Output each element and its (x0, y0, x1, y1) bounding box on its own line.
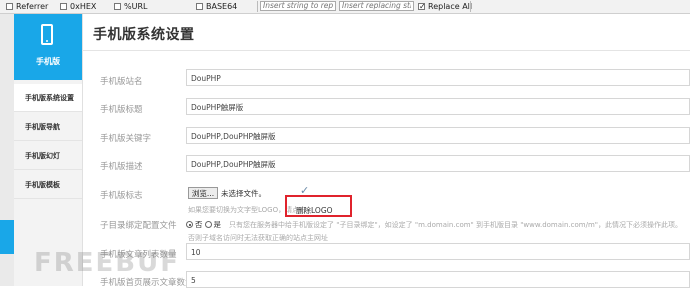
list-count-input[interactable]: 10 (186, 243, 690, 260)
sidebar-item-mobile-slides[interactable]: 手机版幻灯 (14, 142, 82, 170)
sidebar-item-mobile-templates[interactable]: 手机版模板 (14, 171, 82, 199)
site-name-input[interactable]: DouPHP (186, 69, 690, 86)
subdir-label: 子目录绑定配置文件 (100, 221, 177, 231)
base64-button[interactable]: BASE64 (196, 0, 237, 13)
sidebar-item-mobile-settings[interactable]: 手机版系统设置 (14, 84, 82, 112)
toolbar: Referrer 0xHEX %URL BASE64 Replace All (0, 0, 690, 14)
base64-label: BASE64 (206, 2, 238, 11)
title-divider (82, 50, 690, 51)
highlight-box (285, 195, 352, 217)
url-checkbox[interactable] (114, 3, 121, 10)
mobile-phone-icon (41, 24, 53, 45)
referrer-label: Referrer (16, 2, 49, 11)
sidebar-header-label: 手机版 (36, 57, 60, 66)
hex-label: 0xHEX (70, 2, 97, 11)
toolbar-divider (257, 1, 258, 12)
sidebar-item-mobile-nav[interactable]: 手机版导航 (14, 113, 82, 141)
description-label: 手机版描述 (100, 162, 143, 172)
page-title: 手机版系统设置 (93, 27, 195, 43)
browse-button[interactable]: 浏览... (188, 187, 218, 199)
description-input[interactable]: DouPHP,DouPHP触屏版 (186, 155, 690, 172)
logo-label: 手机版标志 (100, 191, 143, 201)
hex-checkbox[interactable] (60, 3, 67, 10)
url-label: %URL (124, 2, 148, 11)
title-label: 手机版标题 (100, 105, 143, 115)
title-input[interactable]: DouPHP触屏版 (186, 98, 690, 115)
left-strip (0, 14, 14, 286)
referrer-checkbox[interactable] (6, 3, 13, 10)
keywords-input[interactable]: DouPHP,DouPHP触屏版 (186, 127, 690, 144)
site-name-label: 手机版站名 (100, 77, 143, 87)
no-file-text: 未选择文件。 (221, 189, 266, 198)
toolbar-divider (470, 1, 471, 12)
replace-all-option[interactable]: Replace All (418, 0, 472, 13)
watermark-logo: FREEBUF (34, 248, 180, 278)
subdir-hint-2: 否则子域名访问时无法获取正确的站点主网址 (188, 234, 328, 242)
replace-all-checkbox[interactable] (418, 0, 426, 13)
replace-all-label: Replace All (428, 2, 473, 11)
search-string-input[interactable] (260, 1, 336, 11)
radio-yes[interactable] (204, 221, 212, 228)
hex-button[interactable]: 0xHEX (60, 0, 96, 13)
left-strip-highlight (0, 220, 14, 254)
subdir-radio-group: 否 是 只有您在服务器中给手机版设定了 "子目录绑定"，如设定了 "m.doma… (186, 219, 682, 230)
url-button[interactable]: %URL (114, 0, 147, 13)
sidebar-header[interactable]: 手机版 (14, 14, 82, 80)
sidebar: 手机版 手机版系统设置 手机版导航 手机版幻灯 手机版模板 (14, 14, 83, 286)
subdir-hint: 只有您在服务器中给手机版设定了 "子目录绑定"，如设定了 "m.domain.c… (229, 220, 682, 229)
keywords-label: 手机版关键字 (100, 134, 152, 144)
referrer-option[interactable]: Referrer (6, 0, 48, 13)
replace-string-input[interactable] (339, 1, 414, 11)
radio-no-label: 否 (195, 220, 203, 229)
radio-yes-label: 是 (213, 220, 222, 229)
home-count-input[interactable]: 5 (186, 271, 690, 288)
base64-checkbox[interactable] (196, 3, 203, 10)
radio-no[interactable] (186, 221, 193, 228)
